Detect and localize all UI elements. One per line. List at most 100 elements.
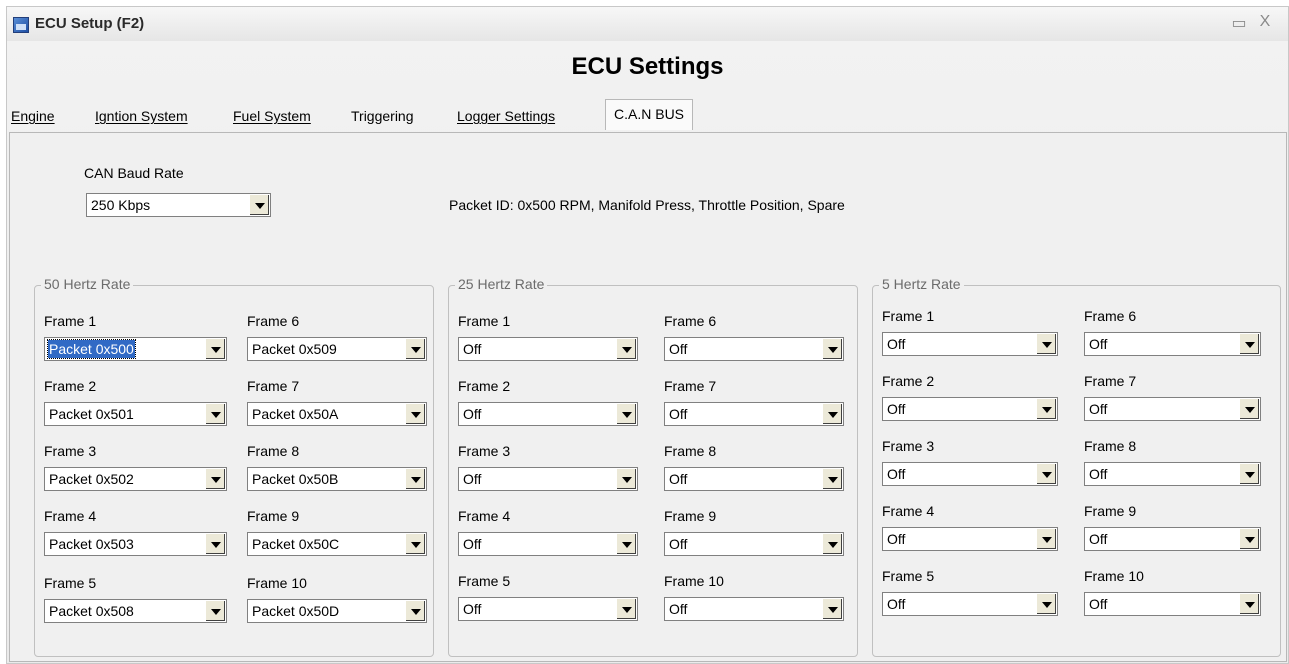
frame-label: Frame 4 [44, 508, 97, 524]
chevron-down-icon[interactable] [1239, 399, 1259, 419]
frame-label: Frame 6 [247, 313, 300, 329]
frame-packet-select[interactable]: Packet 0x50A [247, 402, 427, 426]
frame-packet-value: Off [887, 531, 906, 547]
chevron-down-icon[interactable] [1239, 334, 1259, 354]
frame-packet-select[interactable]: Packet 0x502 [44, 467, 227, 491]
can-baud-rate-select[interactable]: 250 Kbps [86, 193, 271, 217]
frame-packet-select[interactable]: Off [664, 467, 844, 491]
title-bar[interactable]: ECU Setup (F2) ▭ X [7, 7, 1288, 41]
chevron-down-icon[interactable] [1239, 529, 1259, 549]
chevron-down-icon[interactable] [616, 469, 636, 489]
chevron-down-icon[interactable] [616, 404, 636, 424]
frame-packet-select[interactable]: Off [664, 402, 844, 426]
frame-packet-value: Off [1089, 336, 1108, 352]
tab-logger-settings[interactable]: Logger Settings [457, 103, 555, 129]
frame-packet-select[interactable]: Packet 0x501 [44, 402, 227, 426]
group-title: 50 Hertz Rate [41, 276, 134, 292]
tab-fuel-system[interactable]: Fuel System [233, 103, 311, 129]
frame-packet-select[interactable]: Packet 0x508 [44, 599, 227, 623]
frame-packet-select[interactable]: Off [458, 467, 638, 491]
frame-packet-select[interactable]: Off [882, 592, 1058, 616]
chevron-down-icon[interactable] [205, 404, 225, 424]
frame-packet-select[interactable]: Off [664, 532, 844, 556]
tab-bar: Engine Igntion System Fuel System Trigge… [7, 99, 1288, 133]
frame-label: Frame 3 [882, 438, 935, 454]
frame-packet-select[interactable]: Off [458, 337, 638, 361]
frame-label: Frame 8 [664, 443, 717, 459]
frame-packet-value: Off [669, 341, 688, 357]
app-icon [13, 17, 29, 33]
can-baud-rate-value: 250 Kbps [91, 197, 151, 213]
close-icon[interactable]: X [1255, 13, 1275, 31]
chevron-down-icon[interactable] [616, 339, 636, 359]
chevron-down-icon[interactable] [822, 599, 842, 619]
frame-label: Frame 3 [44, 443, 97, 459]
frame-packet-value: Off [463, 601, 482, 617]
frame-packet-value: Packet 0x501 [49, 406, 134, 422]
tab-can-bus[interactable]: C.A.N BUS [605, 99, 694, 130]
chevron-down-icon[interactable] [249, 195, 269, 215]
frame-packet-select[interactable]: Off [1084, 462, 1261, 486]
chevron-down-icon[interactable] [1036, 334, 1056, 354]
frame-packet-select[interactable]: Off [882, 462, 1058, 486]
chevron-down-icon[interactable] [822, 339, 842, 359]
frame-packet-select[interactable]: Off [1084, 592, 1261, 616]
minimize-icon[interactable]: ▭ [1229, 13, 1249, 33]
chevron-down-icon[interactable] [1239, 464, 1259, 484]
frame-packet-value: Off [887, 466, 906, 482]
chevron-down-icon[interactable] [405, 601, 425, 621]
frame-packet-select[interactable]: Packet 0x50C [247, 532, 427, 556]
frame-packet-select[interactable]: Off [1084, 397, 1261, 421]
frame-label: Frame 1 [44, 313, 97, 329]
chevron-down-icon[interactable] [616, 534, 636, 554]
can-baud-rate-label: CAN Baud Rate [84, 165, 184, 181]
chevron-down-icon[interactable] [405, 404, 425, 424]
frame-label: Frame 4 [458, 508, 511, 524]
tab-ignition-system[interactable]: Igntion System [95, 103, 188, 129]
chevron-down-icon[interactable] [405, 339, 425, 359]
frame-packet-select[interactable]: Off [882, 397, 1058, 421]
frame-packet-select[interactable]: Packet 0x50B [247, 467, 427, 491]
frame-packet-select[interactable]: Off [458, 532, 638, 556]
frame-packet-select[interactable]: Off [1084, 527, 1261, 551]
frame-label: Frame 6 [664, 313, 717, 329]
chevron-down-icon[interactable] [822, 404, 842, 424]
frame-packet-value: Off [463, 406, 482, 422]
chevron-down-icon[interactable] [1036, 399, 1056, 419]
chevron-down-icon[interactable] [405, 534, 425, 554]
chevron-down-icon[interactable] [205, 534, 225, 554]
frame-packet-select[interactable]: Off [664, 597, 844, 621]
frame-label: Frame 5 [882, 568, 935, 584]
frame-packet-select[interactable]: Packet 0x509 [247, 337, 427, 361]
chevron-down-icon[interactable] [205, 601, 225, 621]
frame-packet-select[interactable]: Off [458, 402, 638, 426]
frame-packet-select[interactable]: Packet 0x50D [247, 599, 427, 623]
chevron-down-icon[interactable] [1036, 594, 1056, 614]
chevron-down-icon[interactable] [1036, 464, 1056, 484]
chevron-down-icon[interactable] [822, 534, 842, 554]
frame-packet-value: Packet 0x502 [49, 471, 134, 487]
frame-packet-select[interactable]: Off [664, 337, 844, 361]
chevron-down-icon[interactable] [1239, 594, 1259, 614]
frame-label: Frame 5 [44, 575, 97, 591]
frame-packet-select[interactable]: Off [1084, 332, 1261, 356]
frame-packet-select[interactable]: Packet 0x500 [44, 337, 227, 361]
frame-packet-value: Packet 0x50D [252, 603, 340, 619]
frame-packet-select[interactable]: Off [458, 597, 638, 621]
frame-label: Frame 10 [664, 573, 724, 589]
chevron-down-icon[interactable] [616, 599, 636, 619]
chevron-down-icon[interactable] [405, 469, 425, 489]
tab-engine[interactable]: Engine [11, 103, 55, 129]
frame-packet-value: Off [463, 471, 482, 487]
frame-packet-select[interactable]: Off [882, 332, 1058, 356]
chevron-down-icon[interactable] [205, 339, 225, 359]
frame-packet-value: Off [1089, 466, 1108, 482]
frame-label: Frame 9 [1084, 503, 1137, 519]
frame-packet-value: Off [887, 596, 906, 612]
frame-packet-select[interactable]: Packet 0x503 [44, 532, 227, 556]
chevron-down-icon[interactable] [822, 469, 842, 489]
chevron-down-icon[interactable] [1036, 529, 1056, 549]
chevron-down-icon[interactable] [205, 469, 225, 489]
tab-triggering[interactable]: Triggering [351, 103, 414, 129]
frame-packet-select[interactable]: Off [882, 527, 1058, 551]
